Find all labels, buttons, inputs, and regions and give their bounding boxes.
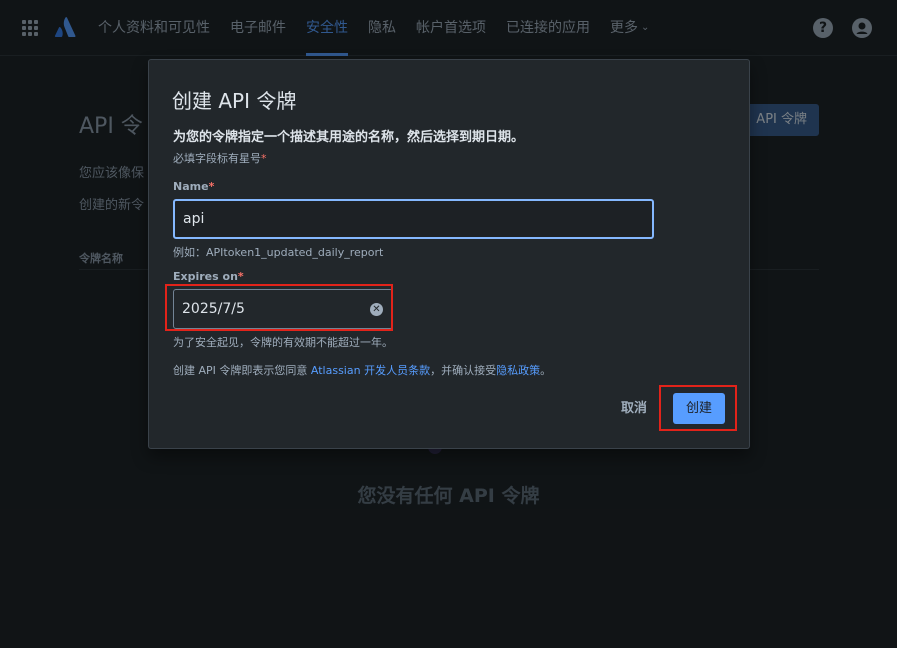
dialog-description: 为您的令牌指定一个描述其用途的名称，然后选择到期日期。 bbox=[173, 130, 525, 145]
required-asterisk: * bbox=[208, 180, 215, 193]
expires-field-label: Expires on* bbox=[173, 270, 244, 283]
expiry-hint: 为了安全起见，令牌的有效期不能超过一年。 bbox=[173, 336, 393, 349]
terms-suffix: 。 bbox=[540, 364, 552, 377]
annotation-highlight-box bbox=[165, 284, 393, 331]
required-asterisk: * bbox=[237, 270, 244, 283]
annotation-highlight-box bbox=[659, 385, 737, 431]
privacy-policy-link[interactable]: 隐私政策 bbox=[496, 364, 540, 377]
terms-notice: 创建 API 令牌即表示您同意 Atlassian 开发人员条款，并确认接受隐私… bbox=[173, 362, 551, 378]
dialog-title: 创建 API 令牌 bbox=[172, 89, 297, 113]
cancel-button[interactable]: 取消 bbox=[617, 394, 651, 424]
developer-terms-link[interactable]: Atlassian 开发人员条款 bbox=[311, 364, 430, 377]
expires-label-text: Expires on bbox=[173, 270, 238, 283]
required-note-text: 必填字段标有星号 bbox=[173, 152, 261, 165]
create-api-token-dialog: 创建 API 令牌 为您的令牌指定一个描述其用途的名称，然后选择到期日期。 必填… bbox=[148, 59, 750, 449]
terms-middle: ，并确认接受 bbox=[430, 364, 497, 377]
required-fields-note: 必填字段标有星号* bbox=[173, 150, 267, 166]
name-input[interactable] bbox=[173, 199, 654, 239]
name-field-label: Name* bbox=[173, 180, 214, 193]
required-asterisk: * bbox=[261, 152, 267, 165]
name-hint: 例如：APItoken1_updated_daily_report bbox=[173, 246, 384, 259]
terms-prefix: 创建 API 令牌即表示您同意 bbox=[173, 364, 311, 377]
name-label-text: Name bbox=[173, 180, 209, 193]
